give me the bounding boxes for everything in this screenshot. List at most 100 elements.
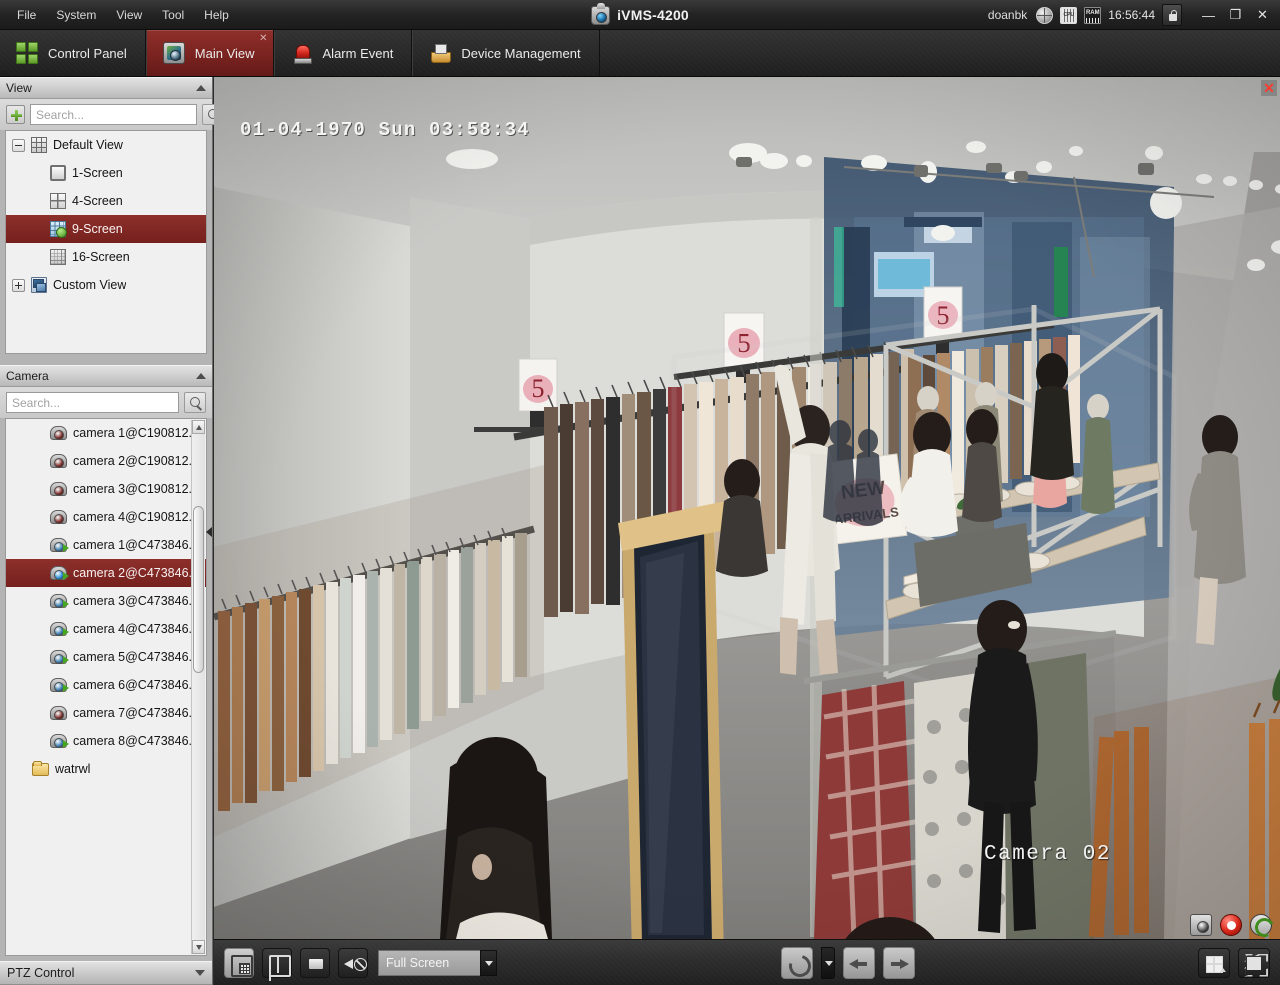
control-panel-icon xyxy=(16,42,38,64)
tree-item-4-screen[interactable]: 4-Screen xyxy=(6,187,206,215)
list-item[interactable]: camera 4@C190812... xyxy=(6,503,206,531)
minimize-button[interactable]: — xyxy=(1195,2,1222,28)
list-item[interactable]: camera 8@C473846... xyxy=(6,727,206,755)
list-item[interactable]: camera 5@C473846... xyxy=(6,643,206,671)
list-item-selected[interactable]: camera 2@C473846... xyxy=(6,559,206,587)
tree-item-1-screen[interactable]: 1-Screen xyxy=(6,159,206,187)
app-logo-icon xyxy=(591,6,610,25)
camera-label: camera 7@C473846... xyxy=(73,706,199,720)
tree-item-default-view[interactable]: Default View xyxy=(6,131,206,159)
close-window-button[interactable]: ✕ xyxy=(1249,2,1276,28)
video-timestamp-overlay: 01-04-1970 Sun 03:58:34 xyxy=(240,119,530,141)
fullscreen-button[interactable] xyxy=(1238,948,1270,978)
list-item[interactable]: camera 1@C473846... xyxy=(6,531,206,559)
grid-view-icon xyxy=(31,137,47,153)
list-item[interactable]: camera 4@C473846... xyxy=(6,615,206,643)
view-panel-header[interactable]: View xyxy=(0,77,212,99)
tab-device-management[interactable]: Device Management xyxy=(412,30,599,76)
scroll-up-button[interactable] xyxy=(192,420,205,434)
save-view-button[interactable] xyxy=(224,948,254,978)
menu-file[interactable]: File xyxy=(8,4,45,26)
camera-list: camera 1@C190812... camera 2@C190812... … xyxy=(6,419,206,955)
tab-close-icon[interactable]: ✕ xyxy=(259,34,267,44)
add-view-button[interactable] xyxy=(6,105,25,124)
tab-control-panel[interactable]: Control Panel xyxy=(0,30,146,76)
cpu-usage-icon[interactable]: CPU xyxy=(1060,7,1077,24)
chevron-up-icon[interactable] xyxy=(196,85,206,91)
list-item[interactable]: camera 6@C473846... xyxy=(6,671,206,699)
ptz-icon[interactable] xyxy=(1250,914,1272,936)
camera-label: camera 6@C473846... xyxy=(73,678,199,692)
capture-icon[interactable] xyxy=(1190,914,1212,936)
refresh-button[interactable] xyxy=(781,947,813,979)
record-icon[interactable] xyxy=(1220,914,1242,936)
camera-online-icon xyxy=(50,650,67,664)
ram-bars xyxy=(1086,18,1099,23)
tab-alarm-event[interactable]: Alarm Event xyxy=(274,30,413,76)
previous-page-button[interactable] xyxy=(843,947,875,979)
tab-main-view[interactable]: Main View ✕ xyxy=(146,30,274,76)
camera-search-input[interactable] xyxy=(6,392,179,413)
list-item[interactable]: camera 3@C473846... xyxy=(6,587,206,615)
camera-search-icon[interactable] xyxy=(184,392,206,413)
tree-item-label: 16-Screen xyxy=(72,250,130,264)
ptz-control-header[interactable]: PTZ Control xyxy=(0,961,212,985)
sidebar-collapse-arrow[interactable] xyxy=(205,524,214,540)
camera-panel-header[interactable]: Camera xyxy=(0,365,212,387)
tree-item-label: 1-Screen xyxy=(72,166,123,180)
custom-layout-button[interactable] xyxy=(262,948,292,978)
camera-label: camera 8@C473846... xyxy=(73,734,199,748)
chevron-down-icon[interactable] xyxy=(480,950,497,976)
camera-label: camera 1@C190812... xyxy=(73,426,199,440)
tree-item-label: 9-Screen xyxy=(72,222,123,236)
close-video-icon[interactable]: ✕ xyxy=(1261,80,1277,96)
main-view-icon xyxy=(163,42,185,64)
custom-view-icon xyxy=(31,277,47,293)
screen-16-icon xyxy=(50,249,66,265)
tab-bar: Control Panel Main View ✕ Alarm Event De… xyxy=(0,30,1280,77)
lock-button[interactable] xyxy=(1162,4,1182,26)
tree-item-16-screen[interactable]: 16-Screen xyxy=(6,243,206,271)
menu-tool[interactable]: Tool xyxy=(153,4,193,26)
chevron-down-icon[interactable] xyxy=(195,970,205,976)
list-item[interactable]: camera 2@C190812... xyxy=(6,447,206,475)
ram-label: RAM xyxy=(1086,10,1100,16)
expander-minus-icon[interactable] xyxy=(12,139,25,152)
list-item[interactable]: camera 1@C190812... xyxy=(6,419,206,447)
tree-item-9-screen[interactable]: 9-Screen xyxy=(6,215,206,243)
scroll-down-button[interactable] xyxy=(192,940,205,954)
tab-control-panel-label: Control Panel xyxy=(48,46,127,61)
expander-plus-icon[interactable] xyxy=(12,279,25,292)
camera-label: camera 5@C473846... xyxy=(73,650,199,664)
camera-tree: camera 1@C190812... camera 2@C190812... … xyxy=(5,418,207,956)
ram-usage-icon[interactable]: RAM xyxy=(1084,7,1101,24)
network-globe-icon[interactable] xyxy=(1036,7,1053,24)
tab-main-view-label: Main View xyxy=(195,46,255,61)
view-search-input[interactable] xyxy=(30,104,197,125)
window-division-button[interactable] xyxy=(1198,948,1230,978)
refresh-dropdown-icon[interactable] xyxy=(821,947,835,979)
mute-button[interactable] xyxy=(338,948,368,978)
menu-system[interactable]: System xyxy=(47,4,105,26)
camera-panel-title: Camera xyxy=(6,369,196,383)
scrollbar-thumb[interactable] xyxy=(193,506,204,673)
camera-label: camera 4@C190812... xyxy=(73,510,199,524)
next-page-button[interactable] xyxy=(883,947,915,979)
view-tree: Default View 1-Screen 4-Screen 9-Screen … xyxy=(5,130,207,354)
list-item-folder[interactable]: watrwl xyxy=(6,755,206,783)
menu-help[interactable]: Help xyxy=(195,4,238,26)
list-item[interactable]: camera 7@C473846... xyxy=(6,699,206,727)
chevron-up-icon[interactable] xyxy=(196,373,206,379)
menu-view[interactable]: View xyxy=(107,4,151,26)
video-cell-camera-02[interactable]: 5 5 5 xyxy=(214,77,1280,939)
list-item[interactable]: camera 3@C190812... xyxy=(6,475,206,503)
tree-item-custom-view[interactable]: Custom View xyxy=(6,271,206,299)
camera-list-scrollbar[interactable] xyxy=(191,420,205,954)
screen-mode-select[interactable]: Full Screen xyxy=(378,950,497,976)
tree-item-label: Default View xyxy=(53,138,123,152)
maximize-button[interactable]: ❐ xyxy=(1222,2,1249,28)
stop-all-button[interactable] xyxy=(300,948,330,978)
video-stage: 5 5 5 xyxy=(214,77,1280,939)
camera-online-icon xyxy=(50,594,67,608)
tree-item-label: 4-Screen xyxy=(72,194,123,208)
